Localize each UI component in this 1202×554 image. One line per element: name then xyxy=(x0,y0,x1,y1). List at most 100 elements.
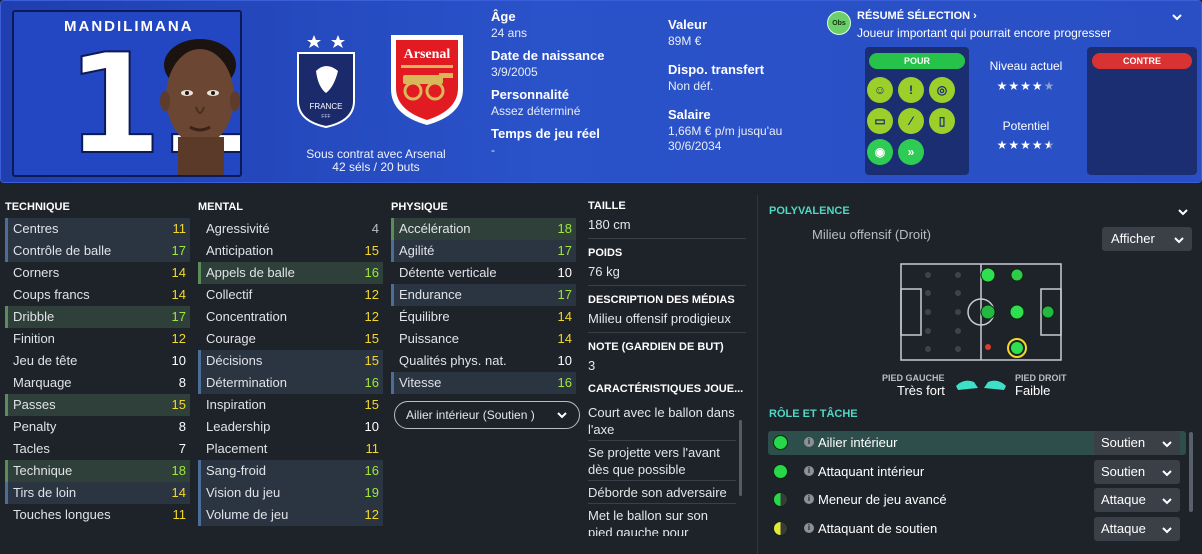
attribute-name: Inspiration xyxy=(206,397,266,412)
polyvalence-role: Milieu offensif (Droit) xyxy=(812,227,931,242)
attribute-name: Agressivité xyxy=(206,221,270,236)
attribute-name: Équilibre xyxy=(399,309,450,324)
attribute-row[interactable]: Jeu de tête 10 xyxy=(5,350,190,372)
attribute-row[interactable]: Penalty 8 xyxy=(5,416,190,438)
attribute-value: 17 xyxy=(557,243,572,258)
attribute-row[interactable]: Qualités phys. nat. 10 xyxy=(391,350,576,372)
attribute-row[interactable]: Puissance 14 xyxy=(391,328,576,350)
attribute-value: 7 xyxy=(178,441,186,456)
chevron-down-icon[interactable] xyxy=(1171,12,1183,22)
mental-column: MENTAL Agressivité 4 Anticipation 15 Appels … xyxy=(198,198,383,526)
attribute-row[interactable]: Détermination 16 xyxy=(198,372,383,394)
star-icon: ★ xyxy=(1031,79,1044,93)
attribute-row[interactable]: Centres 11 xyxy=(5,218,190,240)
role-row[interactable]: i Attaquant intérieur Soutien xyxy=(768,460,1186,484)
arsenal-club-crest[interactable]: Arsenal xyxy=(387,31,467,127)
france-national-team-crest[interactable]: FRANCE FFF xyxy=(294,31,358,129)
pitch-icon[interactable]: ▭ xyxy=(867,108,893,134)
attribute-value: 10 xyxy=(171,353,186,368)
duty-select[interactable]: Attaque xyxy=(1094,517,1180,541)
info-icon[interactable]: i xyxy=(804,466,814,476)
duty-select[interactable]: Soutien xyxy=(1094,460,1180,484)
dribble-icon[interactable]: ⁄ xyxy=(898,108,924,134)
role-row[interactable]: i Attaquant de soutien Attaque xyxy=(768,517,1186,541)
attribute-row[interactable]: Finition 12 xyxy=(5,328,190,350)
height-value: 180 cm xyxy=(588,212,746,239)
role-highlight-select[interactable]: Ailier intérieur (Soutien ) xyxy=(394,401,580,429)
attribute-row[interactable]: Concentration 12 xyxy=(198,306,383,328)
chevron-down-icon xyxy=(1162,498,1172,505)
arsenal-crest-text: Arsenal xyxy=(404,47,451,62)
attribute-row[interactable]: Appels de balle 16 xyxy=(198,262,383,284)
role-row[interactable]: i Meneur de jeu avancé Attaque xyxy=(768,488,1186,512)
duty-value: Attaque xyxy=(1101,492,1146,507)
attribute-value: 15 xyxy=(171,397,186,412)
duty-select[interactable]: Soutien xyxy=(1094,431,1180,455)
flair-icon[interactable]: ! xyxy=(898,77,924,103)
transfer-status-label: Dispo. transfert xyxy=(668,62,765,77)
left-foot-value: Très fort xyxy=(897,383,945,398)
summary-title[interactable]: RÉSUMÉ SÉLECTION › xyxy=(857,10,977,22)
attribute-row[interactable]: Coups francs 14 xyxy=(5,284,190,306)
info-icon[interactable]: i xyxy=(804,523,814,533)
info-icon[interactable]: i xyxy=(804,437,814,447)
player-traits-label[interactable]: CARACTÉRISTIQUES JOUE... xyxy=(588,383,746,395)
attribute-row[interactable]: Touches longues 11 xyxy=(5,504,190,526)
info-icon[interactable]: i xyxy=(804,494,814,504)
attribute-value: 11 xyxy=(172,221,187,236)
attribute-row[interactable]: Contrôle de balle 17 xyxy=(5,240,190,262)
attribute-row[interactable]: Endurance 17 xyxy=(391,284,576,306)
duty-select[interactable]: Attaque xyxy=(1094,488,1180,512)
attribute-row[interactable]: Agilité 17 xyxy=(391,240,576,262)
player-traits-list[interactable]: Court avec le ballon dans l'axe Se proje… xyxy=(588,401,736,536)
attribute-value: 18 xyxy=(557,221,572,236)
attribute-row[interactable]: Tacles 7 xyxy=(5,438,190,460)
attribute-row[interactable]: Inspiration 15 xyxy=(198,394,383,416)
positions-pitch[interactable] xyxy=(900,263,1062,361)
attribute-row[interactable]: Technique 18 xyxy=(5,460,190,482)
attribute-row[interactable]: Détente verticale 10 xyxy=(391,262,576,284)
attribute-row[interactable]: Collectif 12 xyxy=(198,284,383,306)
attribute-row[interactable]: Courage 15 xyxy=(198,328,383,350)
player-trait: Se projette vers l'avant dès que possibl… xyxy=(588,441,736,481)
brain-icon[interactable]: ☺ xyxy=(867,77,893,103)
player-header: MANDILIMANA 11 FRANCE FFF Arsenal Sous c… xyxy=(0,0,1202,183)
attribute-row[interactable]: Vision du jeu 19 xyxy=(198,482,383,504)
target-icon[interactable]: ◎ xyxy=(929,77,955,103)
roles-scrollbar[interactable] xyxy=(1189,432,1193,512)
attribute-row[interactable]: Placement 11 xyxy=(198,438,383,460)
roles-title: RÔLE ET TÂCHE xyxy=(769,408,858,420)
personality-value: Assez déterminé xyxy=(491,104,581,118)
attribute-row[interactable]: Volume de jeu 12 xyxy=(198,504,383,526)
value-label: Valeur xyxy=(668,17,708,32)
attribute-row[interactable]: Leadership 10 xyxy=(198,416,383,438)
attribute-row[interactable]: Marquage 8 xyxy=(5,372,190,394)
attribute-row[interactable]: Équilibre 14 xyxy=(391,306,576,328)
attribute-row[interactable]: Dribble 17 xyxy=(5,306,190,328)
attribute-row[interactable]: Accélération 18 xyxy=(391,218,576,240)
chevron-down-icon[interactable] xyxy=(1177,207,1189,217)
vision-icon[interactable]: ◉ xyxy=(867,139,893,165)
traits-scrollbar[interactable] xyxy=(739,420,742,496)
show-positions-button[interactable]: Afficher xyxy=(1102,227,1192,251)
boots-icon[interactable]: ▯ xyxy=(929,108,955,134)
speed-icon[interactable]: » xyxy=(898,139,924,165)
attribute-value: 14 xyxy=(171,265,186,280)
player-photo-card: MANDILIMANA 11 xyxy=(12,10,242,177)
scout-badge: Obs xyxy=(827,11,851,35)
attribute-value: 12 xyxy=(364,287,379,302)
attribute-row[interactable]: Corners 14 xyxy=(5,262,190,284)
attribute-row[interactable]: Agressivité 4 xyxy=(198,218,383,240)
role-suitability-dot xyxy=(773,435,788,450)
attribute-row[interactable]: Anticipation 15 xyxy=(198,240,383,262)
attribute-row[interactable]: Décisions 15 xyxy=(198,350,383,372)
attribute-row[interactable]: Sang-froid 16 xyxy=(198,460,383,482)
attribute-row[interactable]: Tirs de loin 14 xyxy=(5,482,190,504)
attribute-row[interactable]: Passes 15 xyxy=(5,394,190,416)
caps-goals: 42 séls / 20 buts xyxy=(332,160,420,174)
role-name: Ailier intérieur xyxy=(818,435,898,450)
attribute-row[interactable]: Vitesse 16 xyxy=(391,372,576,394)
potential-label: Potentiel xyxy=(1002,119,1050,133)
attribute-name: Accélération xyxy=(399,221,471,236)
role-row[interactable]: i Ailier intérieur Soutien xyxy=(768,431,1186,455)
